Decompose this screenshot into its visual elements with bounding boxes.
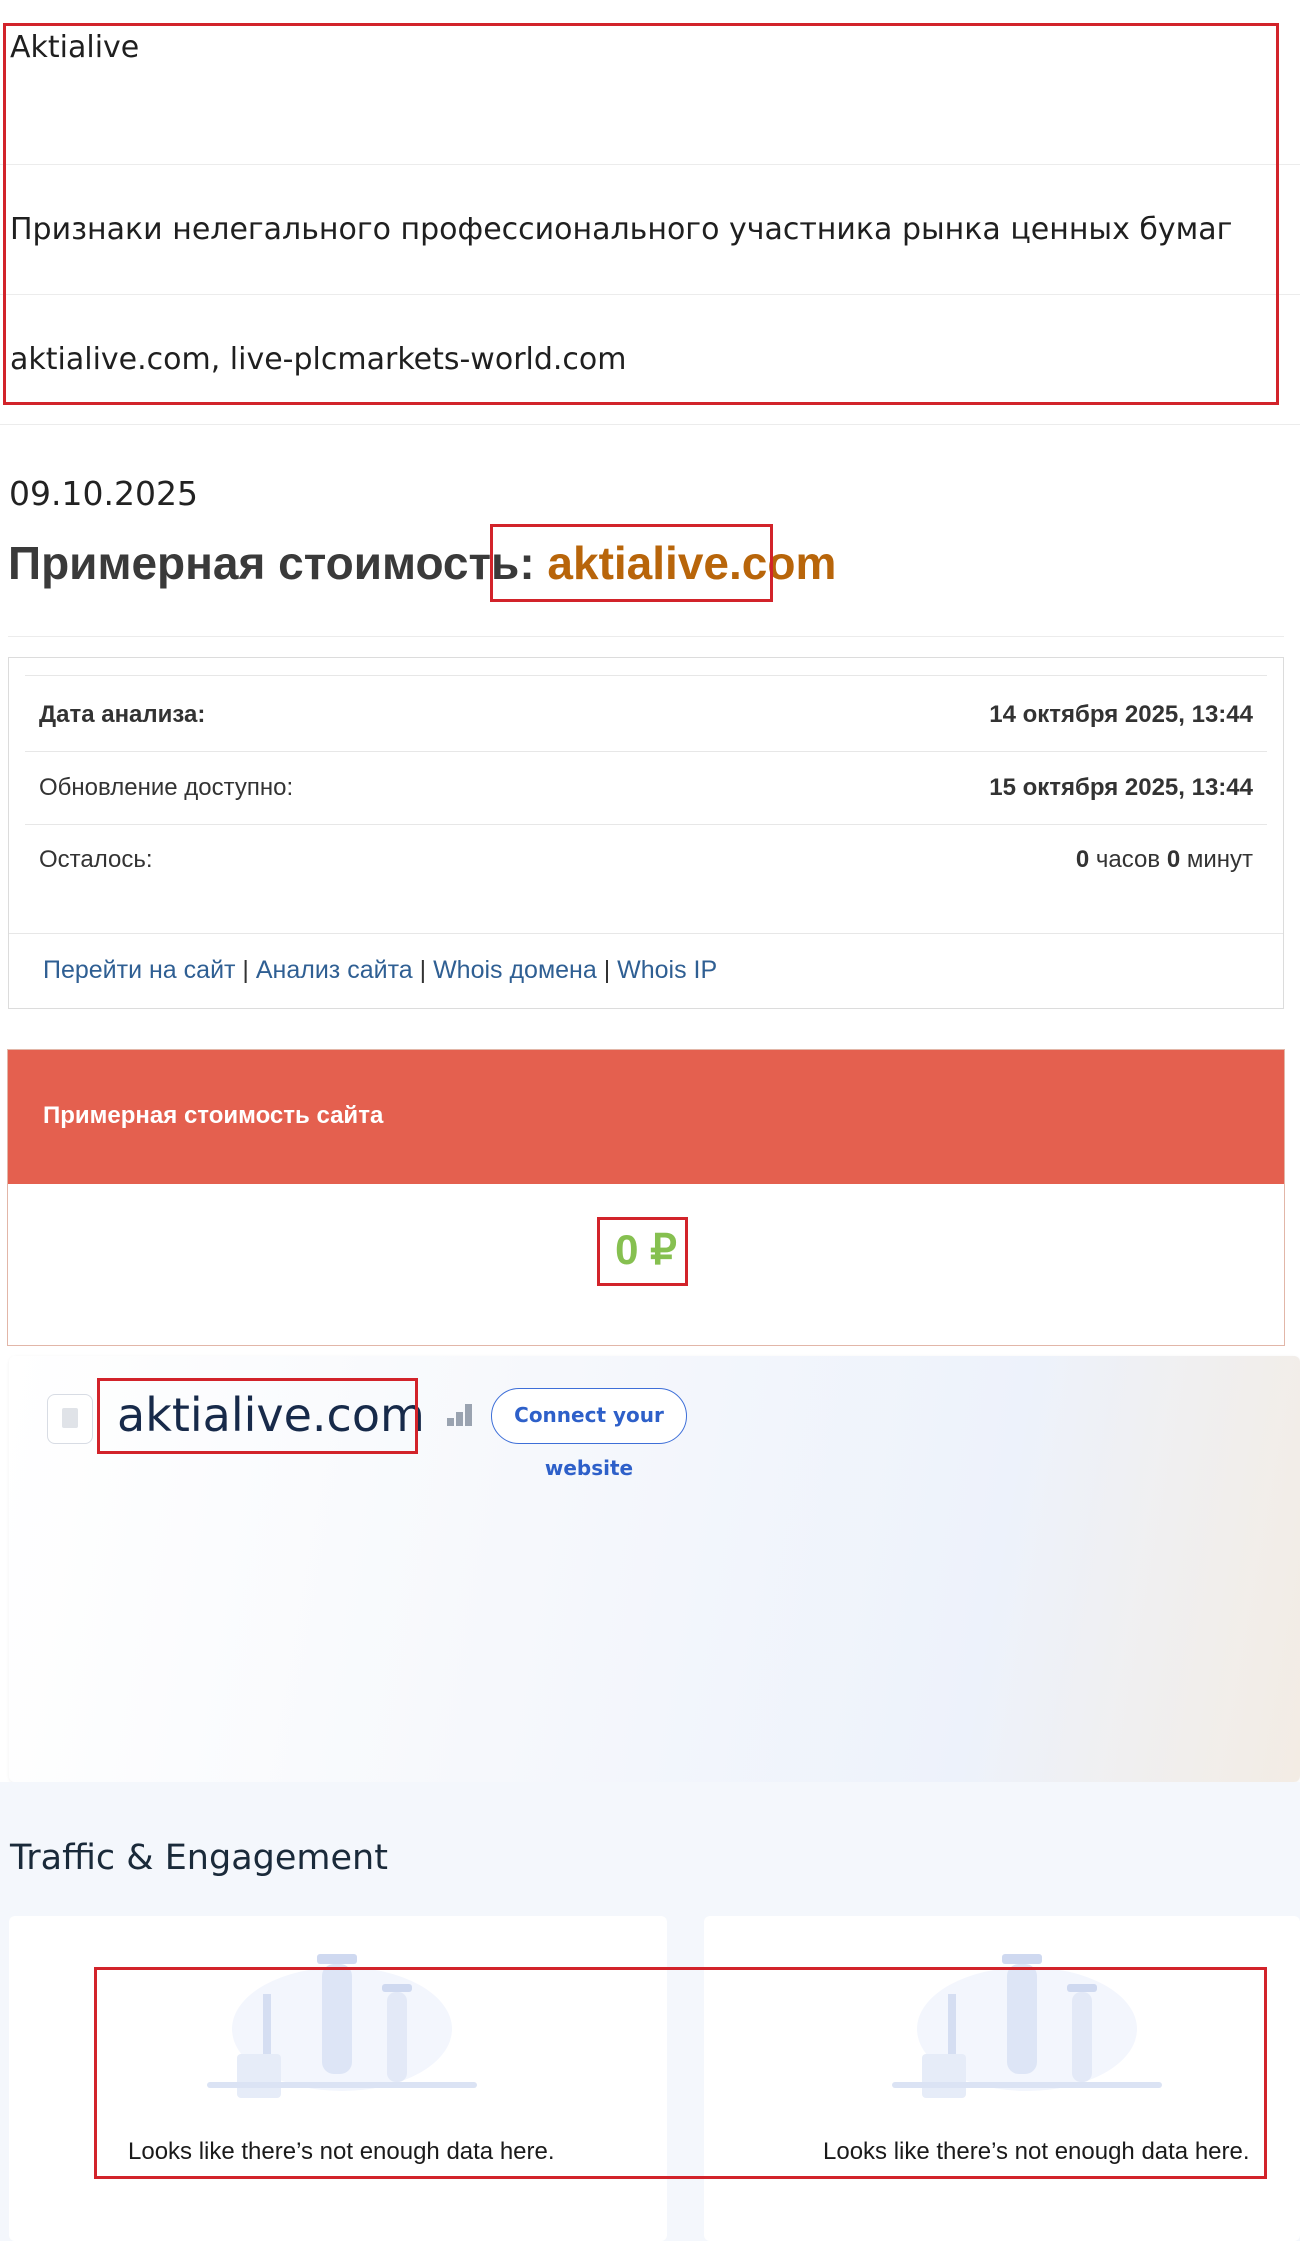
no-data-message: Looks like there’s not enough data here.	[823, 2138, 1250, 2165]
row-divider	[9, 933, 1283, 934]
remaining-value: 0 часов 0 минут	[1076, 846, 1253, 874]
website-domain: aktialive.com	[117, 1388, 425, 1442]
go-to-site-link[interactable]: Перейти на сайт	[43, 956, 235, 984]
link-separator: |	[235, 956, 256, 984]
site-links: Перейти на сайт | Анализ сайта | Whois д…	[43, 956, 717, 985]
remaining-hours: 0	[1075, 846, 1090, 873]
remaining-hours-unit: часов	[1089, 846, 1167, 873]
link-separator: |	[596, 956, 618, 984]
page-title: Примерная стоимость: aktialive.com	[8, 536, 836, 590]
link-separator: |	[412, 956, 434, 984]
site-value-amount: 0 ₽	[615, 1226, 677, 1273]
rank-bars-icon	[447, 1404, 472, 1426]
remaining-minutes-unit: минут	[1180, 846, 1253, 873]
row-divider	[25, 824, 1267, 825]
company-description: Признаки нелегального профессионального …	[10, 212, 1233, 247]
empty-data-illustration-icon	[207, 1954, 477, 2098]
analysis-panel: Дата анализа: 14 октября 2025, 13:44 Обн…	[8, 657, 1284, 1009]
company-domains: aktialive.com, live-plcmarkets-world.com	[10, 342, 627, 377]
page-title-prefix: Примерная стоимость:	[8, 537, 548, 589]
update-available-label: Обновление доступно:	[39, 774, 294, 801]
site-analysis-link[interactable]: Анализ сайта	[256, 956, 413, 984]
row-divider	[25, 675, 1267, 676]
no-data-message: Looks like there’s not enough data here.	[128, 2138, 555, 2165]
analysis-date-value: 14 октября 2025, 13:44	[989, 701, 1253, 728]
whois-domain-link[interactable]: Whois домена	[433, 956, 597, 984]
remaining-label: Осталось:	[39, 846, 153, 873]
site-value-card: Примерная стоимость сайта 0 ₽	[7, 1049, 1285, 1346]
divider	[0, 424, 1300, 425]
row-divider	[25, 751, 1267, 752]
analysis-date-label: Дата анализа:	[39, 701, 206, 728]
update-available-value: 15 октября 2025, 13:44	[989, 774, 1253, 801]
document-icon	[62, 1408, 78, 1428]
publication-date: 09.10.2025	[9, 474, 198, 513]
traffic-title: Traffic & Engagement	[10, 1838, 388, 1878]
divider	[8, 636, 1284, 637]
empty-data-illustration-icon	[892, 1954, 1162, 2098]
remaining-minutes: 0	[1166, 846, 1181, 873]
connect-website-button[interactable]: Connect your website	[491, 1388, 687, 1480]
company-name: Aktialive	[10, 30, 140, 65]
divider	[0, 164, 1300, 165]
divider	[0, 294, 1300, 295]
site-value-title: Примерная стоимость сайта	[43, 1102, 384, 1129]
traffic-card: Looks like there’s not enough data here.	[704, 1916, 1300, 2241]
whois-ip-link[interactable]: Whois IP	[617, 956, 717, 984]
favicon	[47, 1394, 93, 1444]
traffic-card: Looks like there’s not enough data here.	[9, 1916, 667, 2241]
site-value-header: Примерная стоимость сайта	[8, 1050, 1284, 1184]
page-title-site: aktialive.com	[547, 537, 837, 589]
website-card: aktialive.com Connect your website	[9, 1356, 1300, 1782]
